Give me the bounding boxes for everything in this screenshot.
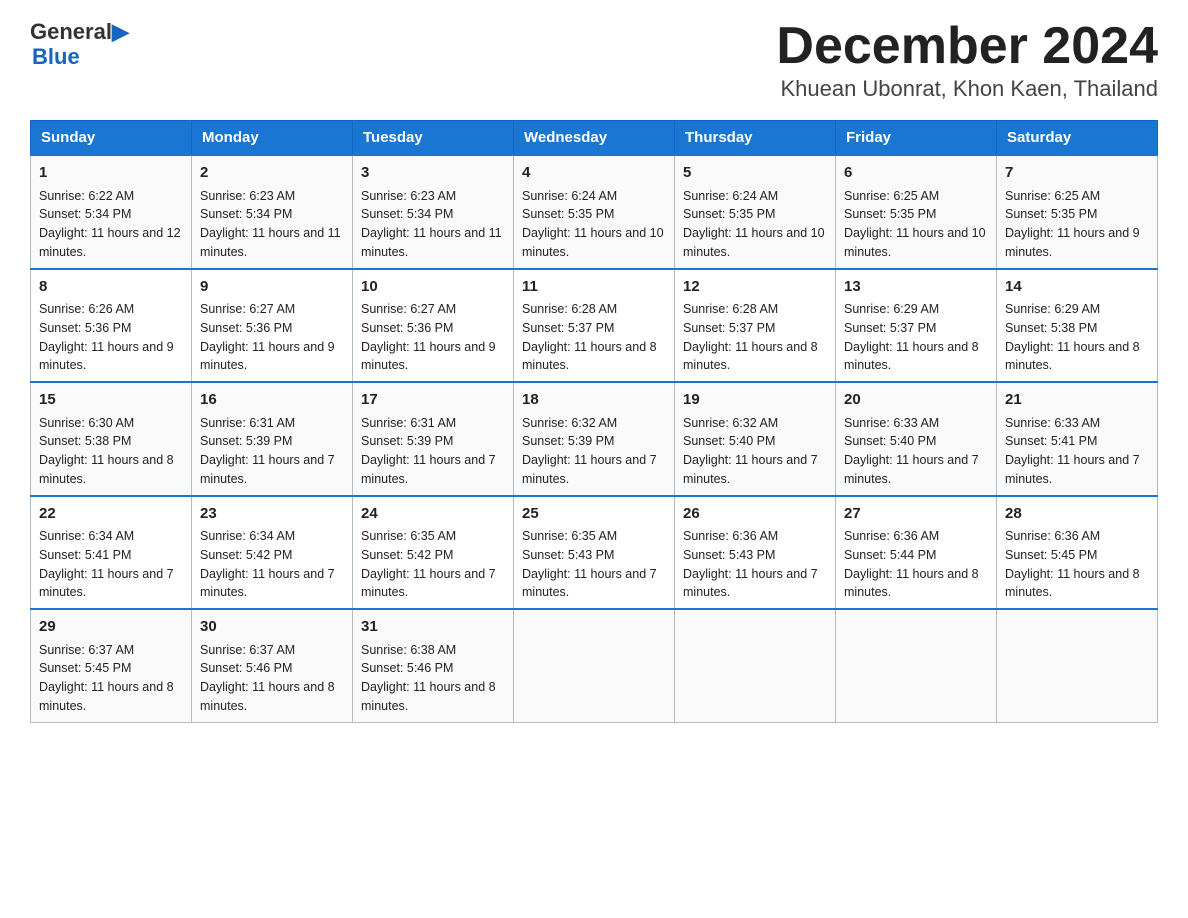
day-cell: 25Sunrise: 6:35 AMSunset: 5:43 PMDayligh… [514, 496, 675, 610]
day-number: 7 [1005, 162, 1149, 185]
day-number: 24 [361, 503, 505, 526]
day-number: 1 [39, 162, 183, 185]
day-cell: 22Sunrise: 6:34 AMSunset: 5:41 PMDayligh… [31, 496, 192, 610]
week-row-4: 22Sunrise: 6:34 AMSunset: 5:41 PMDayligh… [31, 496, 1158, 610]
day-cell: 16Sunrise: 6:31 AMSunset: 5:39 PMDayligh… [192, 382, 353, 496]
day-cell: 27Sunrise: 6:36 AMSunset: 5:44 PMDayligh… [836, 496, 997, 610]
week-row-1: 1Sunrise: 6:22 AMSunset: 5:34 PMDaylight… [31, 155, 1158, 269]
day-number: 2 [200, 162, 344, 185]
day-cell: 21Sunrise: 6:33 AMSunset: 5:41 PMDayligh… [997, 382, 1158, 496]
location-title: Khuean Ubonrat, Khon Kaen, Thailand [776, 76, 1158, 102]
day-number: 5 [683, 162, 827, 185]
col-header-thursday: Thursday [675, 121, 836, 156]
logo-text: General▶ [30, 20, 129, 44]
day-cell: 8Sunrise: 6:26 AMSunset: 5:36 PMDaylight… [31, 269, 192, 383]
day-number: 13 [844, 276, 988, 299]
day-number: 26 [683, 503, 827, 526]
day-cell: 26Sunrise: 6:36 AMSunset: 5:43 PMDayligh… [675, 496, 836, 610]
day-number: 3 [361, 162, 505, 185]
week-row-2: 8Sunrise: 6:26 AMSunset: 5:36 PMDaylight… [31, 269, 1158, 383]
day-number: 12 [683, 276, 827, 299]
day-number: 6 [844, 162, 988, 185]
day-number: 31 [361, 616, 505, 639]
day-cell: 7Sunrise: 6:25 AMSunset: 5:35 PMDaylight… [997, 155, 1158, 269]
day-cell: 11Sunrise: 6:28 AMSunset: 5:37 PMDayligh… [514, 269, 675, 383]
day-cell: 15Sunrise: 6:30 AMSunset: 5:38 PMDayligh… [31, 382, 192, 496]
day-number: 25 [522, 503, 666, 526]
day-cell: 31Sunrise: 6:38 AMSunset: 5:46 PMDayligh… [353, 609, 514, 722]
title-block: December 2024 Khuean Ubonrat, Khon Kaen,… [776, 20, 1158, 102]
day-cell: 29Sunrise: 6:37 AMSunset: 5:45 PMDayligh… [31, 609, 192, 722]
day-cell: 18Sunrise: 6:32 AMSunset: 5:39 PMDayligh… [514, 382, 675, 496]
day-cell: 30Sunrise: 6:37 AMSunset: 5:46 PMDayligh… [192, 609, 353, 722]
day-cell [675, 609, 836, 722]
col-header-sunday: Sunday [31, 121, 192, 156]
day-number: 17 [361, 389, 505, 412]
day-cell: 19Sunrise: 6:32 AMSunset: 5:40 PMDayligh… [675, 382, 836, 496]
day-number: 16 [200, 389, 344, 412]
month-title: December 2024 [776, 20, 1158, 72]
col-header-friday: Friday [836, 121, 997, 156]
logo: General▶ Blue [30, 20, 129, 70]
day-cell: 4Sunrise: 6:24 AMSunset: 5:35 PMDaylight… [514, 155, 675, 269]
day-number: 20 [844, 389, 988, 412]
day-number: 22 [39, 503, 183, 526]
day-cell: 6Sunrise: 6:25 AMSunset: 5:35 PMDaylight… [836, 155, 997, 269]
day-cell: 13Sunrise: 6:29 AMSunset: 5:37 PMDayligh… [836, 269, 997, 383]
col-header-saturday: Saturday [997, 121, 1158, 156]
day-cell: 20Sunrise: 6:33 AMSunset: 5:40 PMDayligh… [836, 382, 997, 496]
day-number: 28 [1005, 503, 1149, 526]
day-number: 18 [522, 389, 666, 412]
page-header: General▶ Blue December 2024 Khuean Ubonr… [30, 20, 1158, 102]
day-number: 23 [200, 503, 344, 526]
week-row-5: 29Sunrise: 6:37 AMSunset: 5:45 PMDayligh… [31, 609, 1158, 722]
day-number: 9 [200, 276, 344, 299]
day-number: 29 [39, 616, 183, 639]
day-cell: 12Sunrise: 6:28 AMSunset: 5:37 PMDayligh… [675, 269, 836, 383]
day-cell: 9Sunrise: 6:27 AMSunset: 5:36 PMDaylight… [192, 269, 353, 383]
col-header-wednesday: Wednesday [514, 121, 675, 156]
day-cell: 24Sunrise: 6:35 AMSunset: 5:42 PMDayligh… [353, 496, 514, 610]
day-cell: 14Sunrise: 6:29 AMSunset: 5:38 PMDayligh… [997, 269, 1158, 383]
col-header-monday: Monday [192, 121, 353, 156]
day-number: 8 [39, 276, 183, 299]
day-number: 21 [1005, 389, 1149, 412]
day-cell [997, 609, 1158, 722]
day-number: 14 [1005, 276, 1149, 299]
day-cell: 10Sunrise: 6:27 AMSunset: 5:36 PMDayligh… [353, 269, 514, 383]
day-cell: 3Sunrise: 6:23 AMSunset: 5:34 PMDaylight… [353, 155, 514, 269]
day-cell: 23Sunrise: 6:34 AMSunset: 5:42 PMDayligh… [192, 496, 353, 610]
day-number: 15 [39, 389, 183, 412]
day-cell: 1Sunrise: 6:22 AMSunset: 5:34 PMDaylight… [31, 155, 192, 269]
day-number: 4 [522, 162, 666, 185]
col-header-tuesday: Tuesday [353, 121, 514, 156]
day-cell: 2Sunrise: 6:23 AMSunset: 5:34 PMDaylight… [192, 155, 353, 269]
day-cell: 17Sunrise: 6:31 AMSunset: 5:39 PMDayligh… [353, 382, 514, 496]
day-number: 11 [522, 276, 666, 299]
day-cell: 28Sunrise: 6:36 AMSunset: 5:45 PMDayligh… [997, 496, 1158, 610]
logo-blue-text: Blue [32, 44, 129, 70]
day-number: 10 [361, 276, 505, 299]
day-number: 19 [683, 389, 827, 412]
week-row-3: 15Sunrise: 6:30 AMSunset: 5:38 PMDayligh… [31, 382, 1158, 496]
day-number: 30 [200, 616, 344, 639]
calendar-table: SundayMondayTuesdayWednesdayThursdayFrid… [30, 120, 1158, 723]
day-number: 27 [844, 503, 988, 526]
day-cell [836, 609, 997, 722]
day-cell: 5Sunrise: 6:24 AMSunset: 5:35 PMDaylight… [675, 155, 836, 269]
day-cell [514, 609, 675, 722]
